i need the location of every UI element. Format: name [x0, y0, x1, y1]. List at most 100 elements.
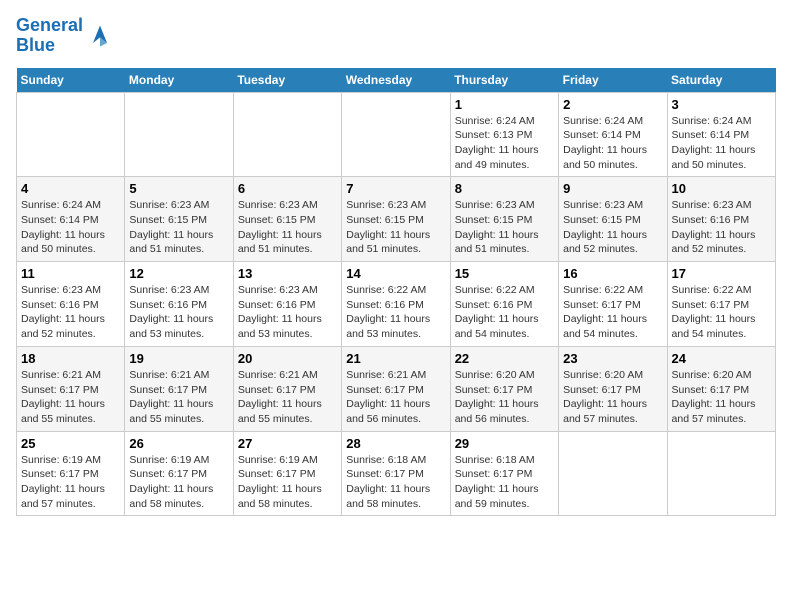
day-number: 19 [129, 351, 228, 366]
page-header: GeneralBlue [16, 16, 776, 56]
calendar-cell: 3 Sunrise: 6:24 AMSunset: 6:14 PMDaylight… [667, 92, 775, 177]
calendar-cell: 11Sunrise: 6:23 AMSunset: 6:16 PMDayligh… [17, 262, 125, 347]
calendar-cell: 10 Sunrise: 6:23 AMSunset: 6:16 PMDayligh… [667, 177, 775, 262]
day-info: Sunrise: 6:23 AMSunset: 6:16 PMDaylight:… [238, 283, 337, 342]
day-info: Sunrise: 6:20 AMSunset: 6:17 PMDaylight:… [563, 368, 662, 427]
calendar-cell [233, 92, 341, 177]
day-info: Sunrise: 6:23 AMSunset: 6:16 PMDaylight:… [672, 198, 771, 257]
day-number: 21 [346, 351, 445, 366]
day-number: 29 [455, 436, 554, 451]
column-header-sunday: Sunday [17, 68, 125, 93]
calendar-cell: 12Sunrise: 6:23 AMSunset: 6:16 PMDayligh… [125, 262, 233, 347]
day-number: 7 [346, 181, 445, 196]
calendar-cell: 5 Sunrise: 6:23 AMSunset: 6:15 PMDaylight… [125, 177, 233, 262]
calendar-cell: 2 Sunrise: 6:24 AMSunset: 6:14 PMDaylight… [559, 92, 667, 177]
calendar-cell [125, 92, 233, 177]
day-number: 9 [563, 181, 662, 196]
day-number: 17 [672, 266, 771, 281]
day-info: Sunrise: 6:19 AMSunset: 6:17 PMDaylight:… [238, 453, 337, 512]
day-info: Sunrise: 6:23 AMSunset: 6:15 PMDaylight:… [563, 198, 662, 257]
calendar-cell: 18 Sunrise: 6:21 AMSunset: 6:17 PMDayligh… [17, 346, 125, 431]
calendar-cell: 6 Sunrise: 6:23 AMSunset: 6:15 PMDaylight… [233, 177, 341, 262]
day-info: Sunrise: 6:24 AMSunset: 6:14 PMDaylight:… [563, 114, 662, 173]
day-info: Sunrise: 6:21 AMSunset: 6:17 PMDaylight:… [238, 368, 337, 427]
calendar-cell: 13 Sunrise: 6:23 AMSunset: 6:16 PMDayligh… [233, 262, 341, 347]
calendar-cell: 26 Sunrise: 6:19 AMSunset: 6:17 PMDayligh… [125, 431, 233, 516]
day-number: 1 [455, 97, 554, 112]
day-info: Sunrise: 6:18 AMSunset: 6:17 PMDaylight:… [455, 453, 554, 512]
calendar-cell: 20 Sunrise: 6:21 AMSunset: 6:17 PMDayligh… [233, 346, 341, 431]
day-number: 20 [238, 351, 337, 366]
calendar-cell: 15 Sunrise: 6:22 AMSunset: 6:16 PMDayligh… [450, 262, 558, 347]
column-header-tuesday: Tuesday [233, 68, 341, 93]
day-info: Sunrise: 6:22 AMSunset: 6:16 PMDaylight:… [346, 283, 445, 342]
day-number: 12 [129, 266, 228, 281]
day-number: 18 [21, 351, 120, 366]
day-number: 10 [672, 181, 771, 196]
day-info: Sunrise: 6:22 AMSunset: 6:17 PMDaylight:… [672, 283, 771, 342]
day-number: 6 [238, 181, 337, 196]
day-info: Sunrise: 6:22 AMSunset: 6:16 PMDaylight:… [455, 283, 554, 342]
calendar-cell: 16Sunrise: 6:22 AMSunset: 6:17 PMDayligh… [559, 262, 667, 347]
day-number: 27 [238, 436, 337, 451]
column-header-friday: Friday [559, 68, 667, 93]
calendar-cell: 14 Sunrise: 6:22 AMSunset: 6:16 PMDayligh… [342, 262, 450, 347]
day-info: Sunrise: 6:24 AMSunset: 6:13 PMDaylight:… [455, 114, 554, 173]
day-number: 14 [346, 266, 445, 281]
logo: GeneralBlue [16, 16, 114, 56]
day-number: 13 [238, 266, 337, 281]
day-number: 25 [21, 436, 120, 451]
day-info: Sunrise: 6:21 AMSunset: 6:17 PMDaylight:… [129, 368, 228, 427]
column-header-saturday: Saturday [667, 68, 775, 93]
day-info: Sunrise: 6:19 AMSunset: 6:17 PMDaylight:… [129, 453, 228, 512]
day-info: Sunrise: 6:21 AMSunset: 6:17 PMDaylight:… [21, 368, 120, 427]
calendar-table: SundayMondayTuesdayWednesdayThursdayFrid… [16, 68, 776, 517]
day-info: Sunrise: 6:23 AMSunset: 6:15 PMDaylight:… [346, 198, 445, 257]
calendar-week-1: 1 Sunrise: 6:24 AMSunset: 6:13 PMDaylight… [17, 92, 776, 177]
day-info: Sunrise: 6:23 AMSunset: 6:15 PMDaylight:… [455, 198, 554, 257]
day-number: 5 [129, 181, 228, 196]
day-number: 15 [455, 266, 554, 281]
logo-text: GeneralBlue [16, 16, 83, 56]
day-info: Sunrise: 6:24 AMSunset: 6:14 PMDaylight:… [21, 198, 120, 257]
day-info: Sunrise: 6:23 AMSunset: 6:15 PMDaylight:… [238, 198, 337, 257]
column-header-thursday: Thursday [450, 68, 558, 93]
day-number: 2 [563, 97, 662, 112]
day-number: 4 [21, 181, 120, 196]
calendar-cell [342, 92, 450, 177]
calendar-week-4: 18 Sunrise: 6:21 AMSunset: 6:17 PMDayligh… [17, 346, 776, 431]
calendar-cell: 7 Sunrise: 6:23 AMSunset: 6:15 PMDaylight… [342, 177, 450, 262]
day-info: Sunrise: 6:21 AMSunset: 6:17 PMDaylight:… [346, 368, 445, 427]
day-number: 3 [672, 97, 771, 112]
calendar-cell: 8 Sunrise: 6:23 AMSunset: 6:15 PMDaylight… [450, 177, 558, 262]
day-info: Sunrise: 6:23 AMSunset: 6:15 PMDaylight:… [129, 198, 228, 257]
day-info: Sunrise: 6:20 AMSunset: 6:17 PMDaylight:… [672, 368, 771, 427]
day-number: 16 [563, 266, 662, 281]
calendar-cell: 22Sunrise: 6:20 AMSunset: 6:17 PMDayligh… [450, 346, 558, 431]
calendar-cell: 4 Sunrise: 6:24 AMSunset: 6:14 PMDaylight… [17, 177, 125, 262]
calendar-week-2: 4 Sunrise: 6:24 AMSunset: 6:14 PMDaylight… [17, 177, 776, 262]
day-info: Sunrise: 6:24 AMSunset: 6:14 PMDaylight:… [672, 114, 771, 173]
day-info: Sunrise: 6:20 AMSunset: 6:17 PMDaylight:… [455, 368, 554, 427]
logo-icon [86, 22, 114, 50]
calendar-cell: 23 Sunrise: 6:20 AMSunset: 6:17 PMDayligh… [559, 346, 667, 431]
calendar-week-5: 25 Sunrise: 6:19 AMSunset: 6:17 PMDayligh… [17, 431, 776, 516]
column-header-monday: Monday [125, 68, 233, 93]
calendar-cell: 24 Sunrise: 6:20 AMSunset: 6:17 PMDayligh… [667, 346, 775, 431]
calendar-cell: 28Sunrise: 6:18 AMSunset: 6:17 PMDayligh… [342, 431, 450, 516]
day-number: 26 [129, 436, 228, 451]
calendar-cell: 9 Sunrise: 6:23 AMSunset: 6:15 PMDaylight… [559, 177, 667, 262]
day-info: Sunrise: 6:18 AMSunset: 6:17 PMDaylight:… [346, 453, 445, 512]
day-number: 23 [563, 351, 662, 366]
day-number: 11 [21, 266, 120, 281]
calendar-week-3: 11 Sunrise: 6:23 AMSunset: 6:16 PMDayligh… [17, 262, 776, 347]
day-info: Sunrise: 6:19 AMSunset: 6:17 PMDaylight:… [21, 453, 120, 512]
calendar-cell: 19 Sunrise: 6:21 AMSunset: 6:17 PMDayligh… [125, 346, 233, 431]
calendar-cell: 29 Sunrise: 6:18 AMSunset: 6:17 PMDayligh… [450, 431, 558, 516]
day-number: 24 [672, 351, 771, 366]
day-number: 8 [455, 181, 554, 196]
calendar-cell [559, 431, 667, 516]
calendar-cell: 17 Sunrise: 6:22 AMSunset: 6:17 PMDayligh… [667, 262, 775, 347]
calendar-cell: 1 Sunrise: 6:24 AMSunset: 6:13 PMDaylight… [450, 92, 558, 177]
calendar-cell [667, 431, 775, 516]
